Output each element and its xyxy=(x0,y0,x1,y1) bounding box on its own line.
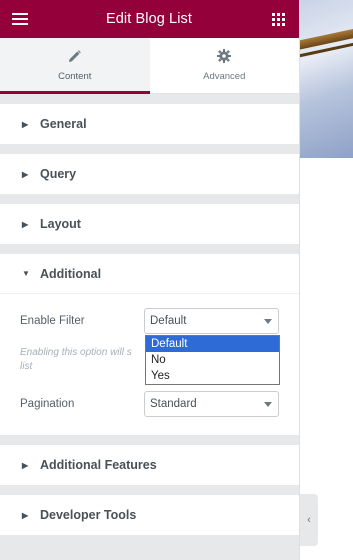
enable-filter-dropdown: Default No Yes xyxy=(145,335,280,385)
caret-right-icon: ▶ xyxy=(22,169,29,179)
panel-tabs: Content Advanced xyxy=(0,38,299,94)
section-additional-features-header[interactable]: ▶ Additional Features xyxy=(0,445,299,485)
preview-area: ‹ xyxy=(300,0,353,560)
grid-icon[interactable] xyxy=(269,10,287,28)
gear-icon xyxy=(217,49,232,66)
chevron-down-icon xyxy=(264,401,272,407)
pagination-select[interactable]: Standard xyxy=(144,391,279,417)
pencil-icon xyxy=(68,49,82,66)
section-additional: ▼ Additional Enable Filter Default Enabl… xyxy=(0,254,299,435)
section-developer-tools: ▶ Developer Tools xyxy=(0,495,299,535)
section-query: ▶ Query xyxy=(0,154,299,194)
chevron-down-icon xyxy=(264,318,272,324)
enable-filter-select[interactable]: Default xyxy=(144,308,279,334)
dropdown-option-default[interactable]: Default xyxy=(146,336,279,352)
sections-list: ▶ General ▶ Query ▶ Layout ▼ Additional xyxy=(0,94,299,535)
section-layout: ▶ Layout xyxy=(0,204,299,244)
section-general-label: General xyxy=(40,117,87,131)
section-layout-label: Layout xyxy=(40,217,81,231)
panel-header: Edit Blog List xyxy=(0,0,299,38)
section-general: ▶ General xyxy=(0,104,299,144)
caret-down-icon: ▼ xyxy=(22,269,30,278)
caret-right-icon: ▶ xyxy=(22,119,29,129)
enable-filter-label: Enable Filter xyxy=(20,315,85,327)
chevron-left-icon[interactable]: ‹ xyxy=(300,494,318,546)
section-query-header[interactable]: ▶ Query xyxy=(0,154,299,194)
section-query-label: Query xyxy=(40,167,77,181)
pagination-control: Pagination Standard xyxy=(20,391,279,417)
preview-image xyxy=(300,0,353,158)
section-additional-features: ▶ Additional Features xyxy=(0,445,299,485)
pagination-value: Standard xyxy=(150,398,197,410)
caret-right-icon: ▶ xyxy=(22,460,29,470)
enable-filter-control: Enable Filter Default xyxy=(20,308,279,334)
pagination-label: Pagination xyxy=(20,398,75,410)
caret-right-icon: ▶ xyxy=(22,219,29,229)
section-additional-features-label: Additional Features xyxy=(40,458,157,472)
enable-filter-description: Enabling this option will s list xyxy=(20,347,132,372)
dropdown-option-no[interactable]: No xyxy=(146,352,279,368)
tab-content-label: Content xyxy=(58,70,92,82)
editor-panel: Edit Blog List Content Advanced ▶ Genera… xyxy=(0,0,300,560)
section-general-header[interactable]: ▶ General xyxy=(0,104,299,144)
dropdown-option-yes[interactable]: Yes xyxy=(146,368,279,384)
section-developer-tools-label: Developer Tools xyxy=(40,508,137,522)
tab-advanced-label: Advanced xyxy=(203,71,246,82)
section-additional-header[interactable]: ▼ Additional xyxy=(0,254,299,294)
tab-content[interactable]: Content xyxy=(0,38,150,94)
panel-title: Edit Blog List xyxy=(105,11,193,27)
enable-filter-value: Default xyxy=(150,315,187,327)
hamburger-icon[interactable] xyxy=(11,10,29,28)
section-additional-label: Additional xyxy=(40,266,102,281)
caret-right-icon: ▶ xyxy=(22,510,29,520)
tab-advanced[interactable]: Advanced xyxy=(149,38,299,93)
section-layout-header[interactable]: ▶ Layout xyxy=(0,204,299,244)
section-developer-tools-header[interactable]: ▶ Developer Tools xyxy=(0,495,299,535)
section-additional-body: Enable Filter Default Enabling this opti… xyxy=(0,294,299,435)
